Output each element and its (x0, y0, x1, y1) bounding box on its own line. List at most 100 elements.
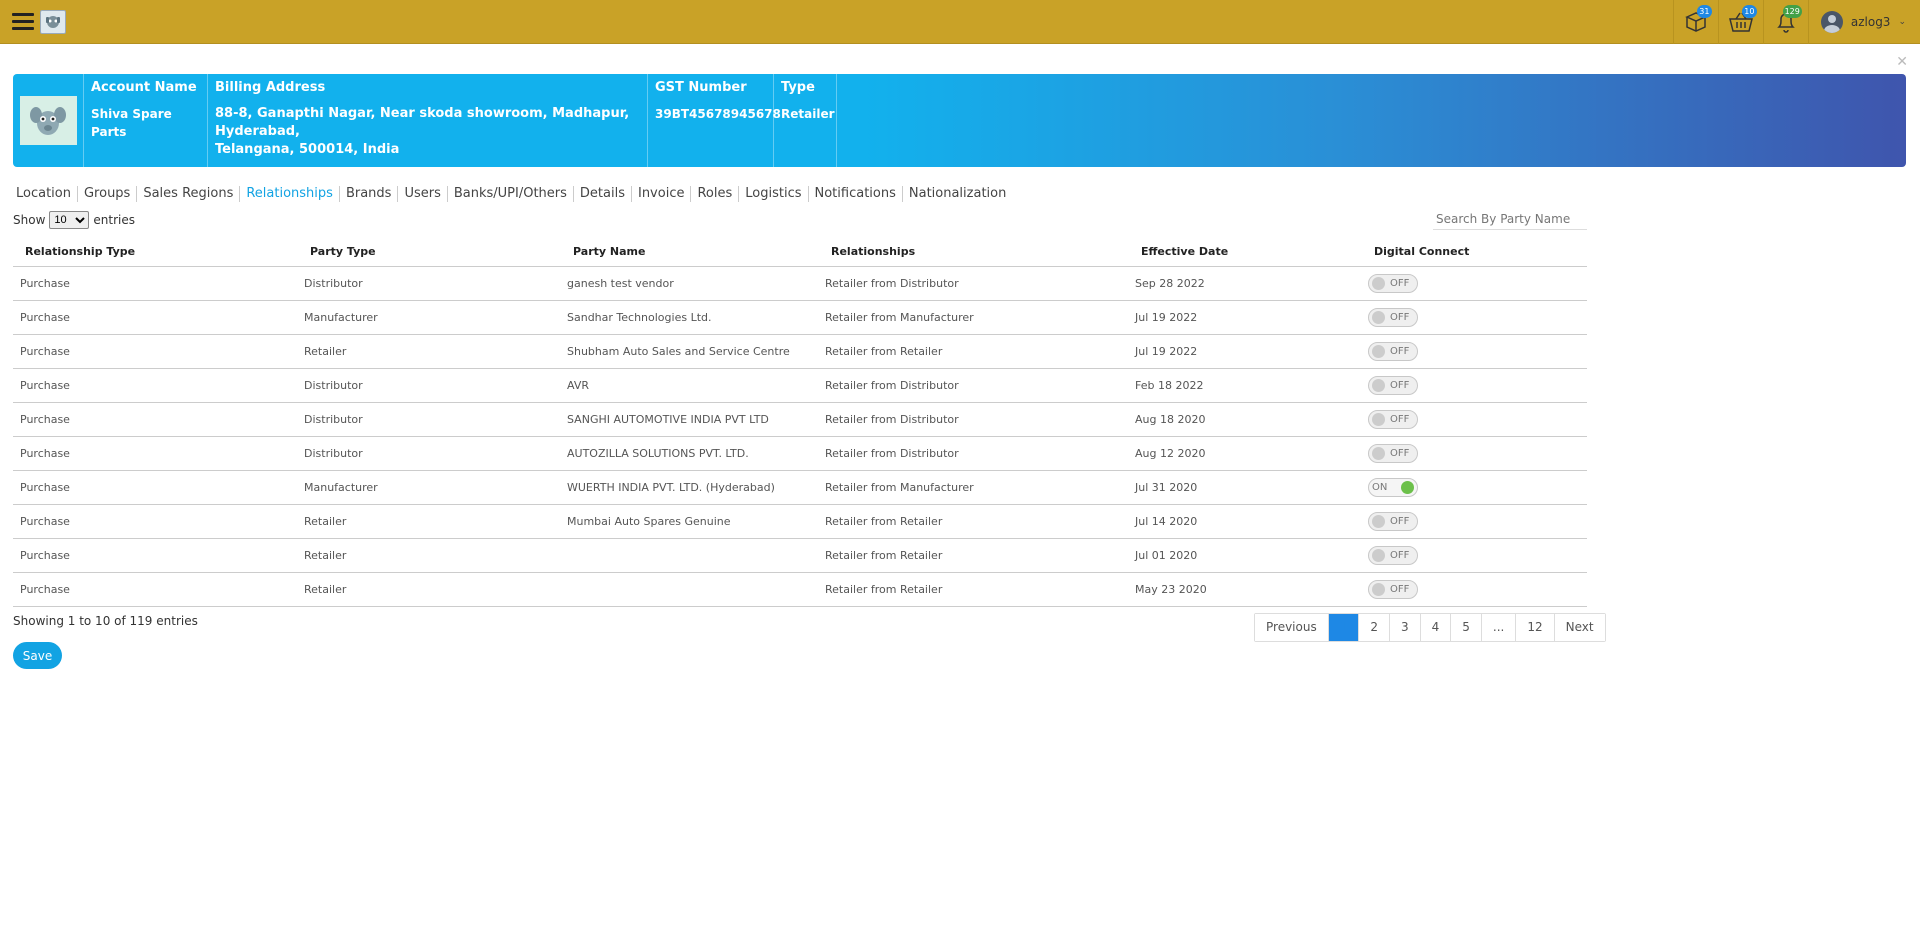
table-cell: Purchase (13, 470, 303, 505)
page-12[interactable]: 12 (1516, 614, 1555, 641)
digital-connect-toggle[interactable]: OFF (1368, 307, 1418, 327)
page-next[interactable]: Next (1554, 614, 1605, 641)
table-cell: AVR (566, 368, 824, 403)
digital-connect-toggle[interactable]: OFF (1368, 341, 1418, 361)
account-type: Retailer (781, 107, 835, 121)
table-cell: Retailer (303, 334, 566, 369)
app-logo[interactable] (40, 10, 66, 34)
relationships-table: Relationship Type Party Type Party Name Rel… (13, 238, 1587, 607)
digital-connect-toggle[interactable]: OFF (1368, 511, 1418, 531)
column-header[interactable]: Digital Connect (1367, 238, 1587, 267)
tab-nationalization[interactable]: Nationalization (903, 186, 1012, 202)
page-2[interactable]: 2 (1359, 614, 1390, 641)
toggle-knob (1372, 310, 1385, 324)
table-row: Purchase Manufacturer WUERTH INDIA PVT. LT… (13, 470, 1587, 505)
page-4[interactable]: 4 (1420, 614, 1452, 641)
close-icon[interactable]: ✕ (1896, 54, 1908, 70)
table-cell: Purchase (13, 266, 303, 301)
table-cell: Jul 31 2020 (1134, 470, 1367, 505)
bell-badge: 129 (1782, 5, 1802, 18)
user-menu[interactable]: azlog3 ⌄ (1807, 0, 1920, 44)
toggle-knob (1372, 582, 1385, 596)
save-button[interactable]: Save (13, 642, 62, 669)
account-header: Account Name Shiva Spare Parts Billing A… (13, 74, 1906, 167)
billing-address-line2: Hyderabad, (215, 124, 300, 139)
tab-details[interactable]: Details (574, 186, 632, 202)
tab-banks-upi-others[interactable]: Banks/UPI/Others (448, 186, 574, 202)
digital-connect-toggle[interactable]: OFF (1368, 375, 1418, 395)
table-row: Purchase Distributor SANGHI AUTOMOTIVE IND… (13, 402, 1587, 437)
basket-icon[interactable]: 10 (1717, 0, 1763, 44)
gst-number: 39BT45678945678 (655, 107, 781, 121)
page-1[interactable]: 1 (1328, 614, 1360, 641)
toggle-label: OFF (1390, 549, 1410, 561)
table-cell: Jul 14 2020 (1134, 504, 1367, 539)
digital-connect-toggle[interactable]: OFF (1368, 579, 1418, 599)
toggle-knob (1372, 344, 1385, 358)
tab-groups[interactable]: Groups (78, 186, 138, 202)
digital-connect-toggle[interactable]: ON (1368, 477, 1418, 497)
bell-icon[interactable]: 129 (1762, 0, 1808, 44)
column-header[interactable]: Party Name (566, 238, 824, 267)
toggle-label: OFF (1390, 515, 1410, 527)
table-cell: Manufacturer (303, 470, 566, 505)
table-cell: Retailer from Distributor (824, 266, 1134, 301)
column-header[interactable]: Relationship Type (13, 238, 303, 267)
tab-users[interactable]: Users (398, 186, 448, 202)
toggle-label: OFF (1390, 345, 1410, 357)
gst-col: GST Number 39BT45678945678 (648, 74, 781, 167)
page-ellipsis: ... (1481, 614, 1517, 641)
tab-logistics[interactable]: Logistics (739, 186, 809, 202)
table-cell: Shubham Auto Sales and Service Centre (566, 334, 824, 369)
search-party-input[interactable] (1433, 209, 1587, 230)
table-cell: Purchase (13, 368, 303, 403)
toggle-knob (1372, 276, 1385, 290)
table-cell: May 23 2020 (1134, 572, 1367, 607)
column-header[interactable]: Party Type (303, 238, 566, 267)
table-cell: SANGHI AUTOMOTIVE INDIA PVT LTD (566, 402, 824, 437)
table-row: Purchase Manufacturer Sandhar Technologies… (13, 300, 1587, 335)
digital-connect-toggle[interactable]: OFF (1368, 545, 1418, 565)
table-cell (566, 572, 824, 607)
table-cell: Distributor (303, 368, 566, 403)
page-size-control: Show 10 entries (13, 211, 135, 229)
tab-sales-regions[interactable]: Sales Regions (137, 186, 241, 202)
tab-notifications[interactable]: Notifications (809, 186, 903, 202)
page-5[interactable]: 5 (1451, 614, 1482, 641)
digital-connect-toggle[interactable]: OFF (1368, 443, 1418, 463)
table-cell: Purchase (13, 334, 303, 369)
table-cell: Sep 28 2022 (1134, 266, 1367, 301)
menu-icon[interactable] (12, 13, 34, 31)
tab-location[interactable]: Location (10, 186, 78, 202)
column-header[interactable]: Relationships (824, 238, 1134, 267)
toggle-knob (1372, 446, 1385, 460)
toggle-label: OFF (1390, 379, 1410, 391)
table-cell: Purchase (13, 572, 303, 607)
package-icon[interactable]: 31 (1672, 0, 1718, 44)
table-row: Purchase Retailer Mumbai Auto Spares Genui… (13, 504, 1587, 539)
table-row: Purchase Retailer Retailer from Retailer Ma… (13, 572, 1587, 607)
table-cell: Retailer from Retailer (824, 504, 1134, 539)
table-row: Purchase Distributor AVR Retailer from Dist… (13, 368, 1587, 403)
table-cell: Retailer (303, 572, 566, 607)
table-cell: Purchase (13, 402, 303, 437)
table-row: Purchase Retailer Retailer from Retailer Ju… (13, 538, 1587, 573)
table-cell: Aug 18 2020 (1134, 402, 1367, 437)
page-previous[interactable]: Previous (1255, 614, 1329, 641)
tab-invoice[interactable]: Invoice (632, 186, 692, 202)
show-label: Show (13, 213, 46, 227)
page-size-select[interactable]: 10 (49, 211, 90, 229)
column-header[interactable]: Effective Date (1134, 238, 1367, 267)
tab-roles[interactable]: Roles (691, 186, 740, 202)
table-cell: Retailer from Distributor (824, 402, 1134, 437)
table-header: Relationship Type Party Type Party Name Rel… (13, 238, 1587, 267)
table-cell: Retailer from Distributor (824, 436, 1134, 471)
table-cell: Aug 12 2020 (1134, 436, 1367, 471)
toggle-knob (1372, 514, 1385, 528)
tab-relationships[interactable]: Relationships (240, 186, 340, 202)
table-cell: Purchase (13, 538, 303, 573)
tab-brands[interactable]: Brands (340, 186, 399, 202)
page-3[interactable]: 3 (1390, 614, 1421, 641)
digital-connect-toggle[interactable]: OFF (1368, 273, 1418, 293)
digital-connect-toggle[interactable]: OFF (1368, 409, 1418, 429)
